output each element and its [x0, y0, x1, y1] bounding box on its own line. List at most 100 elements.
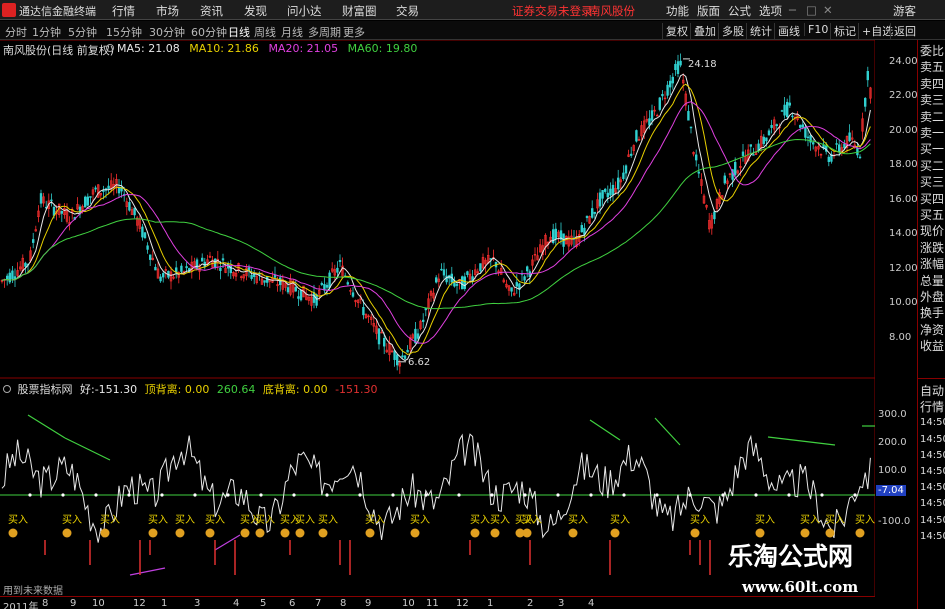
side-panel-time-item: 自动 — [920, 384, 945, 398]
price-axis-label: 10.00 — [889, 297, 918, 308]
candle-body — [674, 63, 677, 70]
candle-body — [351, 292, 355, 297]
zero-line-dot — [259, 493, 263, 497]
menu-faxian[interactable]: 发现 — [244, 3, 267, 19]
menu-jiaoyi[interactable]: 交易 — [396, 3, 419, 19]
side-panel-item[interactable]: 现价 — [920, 224, 944, 238]
maximize-icon[interactable]: □ — [806, 3, 817, 17]
menu-gongneng[interactable]: 功能 — [666, 3, 689, 19]
btn-f10[interactable]: F10 — [804, 23, 831, 36]
side-panel-item[interactable]: 卖三 — [920, 93, 944, 107]
bottom-divergence-line — [214, 534, 241, 551]
side-panel-item[interactable]: 买一 — [920, 142, 944, 156]
side-panel-item[interactable]: 买四 — [920, 192, 944, 206]
buy-coin-icon — [175, 528, 185, 538]
candle-body — [733, 161, 737, 176]
side-panel-item[interactable]: 外盘 — [920, 290, 944, 304]
side-panel-item[interactable]: 净资 — [920, 323, 944, 337]
zero-line-dot — [94, 493, 98, 497]
buy-signal-label: 买入 — [255, 514, 275, 526]
tab-weekly[interactable]: 周线 — [254, 24, 276, 40]
buy-coin-icon — [365, 528, 375, 538]
ind-value-top-divergence: 顶背离: 0.00 — [144, 383, 210, 396]
menu-gongshi[interactable]: 公式 — [728, 3, 751, 19]
zero-line-dot — [556, 493, 560, 497]
close-icon[interactable]: ✕ — [823, 3, 833, 17]
btn-biaoji[interactable]: 标记 — [830, 23, 859, 39]
side-panel-item[interactable]: 换手 — [920, 306, 944, 320]
buy-signal-label: 买入 — [568, 514, 588, 526]
tab-60min[interactable]: 60分钟 — [191, 24, 227, 40]
ind-axis-label: 300.0 — [878, 409, 907, 420]
candle-body — [752, 154, 755, 156]
btn-diejia[interactable]: 叠加 — [690, 23, 719, 39]
tab-monthly[interactable]: 月线 — [281, 24, 303, 40]
menu-caifuquan[interactable]: 财富圈 — [342, 3, 377, 19]
tab-5min[interactable]: 5分钟 — [68, 24, 97, 40]
tab-1min[interactable]: 1分钟 — [32, 24, 61, 40]
side-panel-time-item: 14:50 — [920, 514, 945, 526]
btn-tongji[interactable]: 统计 — [746, 23, 775, 39]
side-panel-item[interactable]: 涨幅 — [920, 257, 944, 271]
buy-signal-label: 买入 — [205, 514, 225, 526]
tab-multi-period[interactable]: 多周期 — [308, 24, 341, 40]
price-axis-label: 8.00 — [889, 332, 912, 343]
user-guest[interactable]: 游客 — [893, 3, 916, 19]
menu-banmian[interactable]: 版面 — [697, 3, 720, 19]
buy-coin-icon — [148, 528, 158, 538]
side-panel-item[interactable]: 买二 — [920, 159, 944, 173]
buy-signal-label: 买入 — [318, 514, 338, 526]
side-panel-divider — [918, 378, 945, 379]
indicator-settings-icon[interactable] — [3, 385, 11, 393]
tab-30min[interactable]: 30分钟 — [149, 24, 185, 40]
candle-body — [299, 289, 303, 301]
quote-side-panel: 委比卖五卖四卖三卖二卖一买一买二买三买四买五现价涨跌涨幅总量外盘换手净资收益自动… — [917, 40, 945, 609]
menu-hangqing[interactable]: 行情 — [112, 3, 135, 19]
candle-body — [162, 273, 165, 278]
menu-shichang[interactable]: 市场 — [156, 3, 179, 19]
side-panel-item[interactable]: 收益 — [920, 339, 944, 353]
candle-body — [219, 267, 222, 271]
btn-duogu[interactable]: 多股 — [718, 23, 747, 39]
candle-body — [661, 93, 664, 97]
candle-body — [723, 175, 727, 184]
candle-body — [666, 84, 669, 96]
tab-more[interactable]: 更多 — [343, 24, 365, 40]
zero-line-dot — [358, 493, 362, 497]
tab-daily[interactable]: 日线 — [228, 24, 250, 40]
menu-zixun[interactable]: 资讯 — [200, 3, 223, 19]
btn-huaxian[interactable]: 画线 — [774, 23, 803, 39]
side-panel-time-item: 14:50 — [920, 433, 945, 445]
candle-body — [421, 319, 425, 322]
side-panel-item[interactable]: 卖一 — [920, 126, 944, 140]
side-panel-item[interactable]: 卖五 — [920, 60, 944, 74]
side-panel-item[interactable]: 买五 — [920, 208, 944, 222]
side-panel-item[interactable]: 总量 — [920, 274, 944, 288]
tab-15min[interactable]: 15分钟 — [106, 24, 142, 40]
side-panel-item[interactable]: 卖四 — [920, 77, 944, 91]
candle-body — [593, 211, 597, 214]
ma5-line — [1, 73, 871, 362]
candle-body — [149, 254, 152, 260]
menu-xuanxiang[interactable]: 选项 — [759, 3, 782, 19]
minimize-icon[interactable]: ─ — [789, 3, 796, 17]
time-axis-label: 4 — [588, 598, 595, 609]
side-panel-item[interactable]: 委比 — [920, 44, 944, 58]
ma20-line — [1, 101, 871, 344]
side-panel-item[interactable]: 卖二 — [920, 110, 944, 124]
btn-fuquan[interactable]: 复权 — [662, 23, 691, 39]
menu-wenxiaoda[interactable]: 问小达 — [287, 3, 322, 19]
btn-back[interactable]: 返回 — [890, 23, 919, 39]
candle-body — [466, 271, 469, 275]
buy-signal-label: 买入 — [100, 514, 120, 526]
time-axis-label: 8 — [42, 598, 49, 609]
side-panel-time-item: 14:50 — [920, 449, 945, 461]
tab-fenshi[interactable]: 分时 — [5, 24, 27, 40]
kline-chart[interactable]: 买入 买入 买入 买入 买入 买入 买入买入 买入买入 买入 买入 买入 买入 买入 买入买入 买入 买入 买入… — [0, 40, 875, 609]
side-panel-item[interactable]: 买三 — [920, 175, 944, 189]
candle-body — [84, 196, 87, 208]
candle-body — [515, 282, 519, 287]
trade-status[interactable]: 证券交易未登录 — [512, 3, 593, 19]
side-panel-item[interactable]: 涨跌 — [920, 241, 944, 255]
candle-body — [185, 266, 188, 269]
